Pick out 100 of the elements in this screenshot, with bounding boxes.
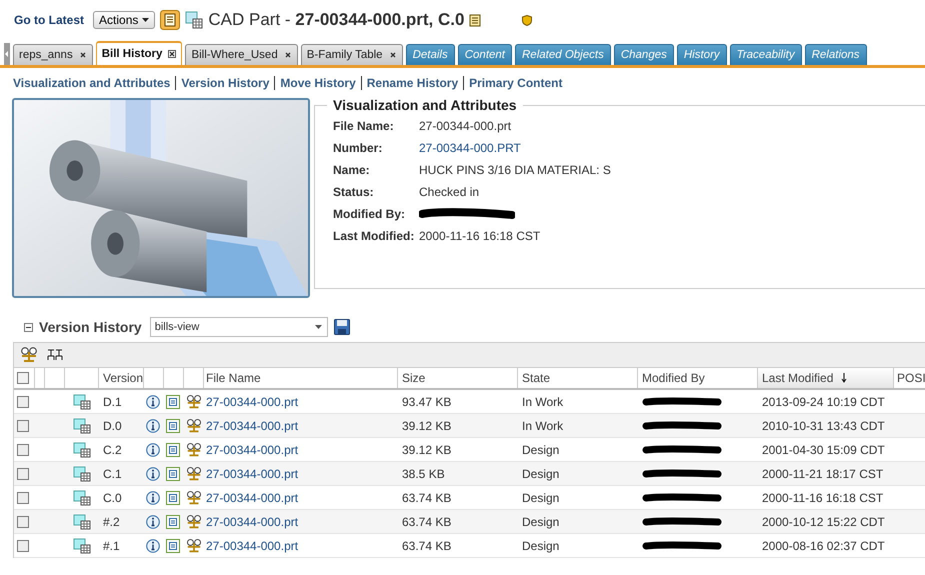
file-link[interactable]: 27-00344-000.prt xyxy=(206,490,298,504)
field-label: Number: xyxy=(333,141,384,155)
document-icon[interactable] xyxy=(160,10,180,30)
table-cell-text: 39.12 KB xyxy=(401,442,452,458)
table-cell-text: 2000-08-16 02:37 CDT xyxy=(761,538,886,554)
table-cell-text: Design xyxy=(521,490,560,506)
scale-icon[interactable] xyxy=(186,514,202,530)
tab[interactable]: Traceability xyxy=(730,44,802,65)
close-icon[interactable] xyxy=(78,51,87,59)
file-link[interactable]: 27-00344-000.prt xyxy=(206,538,298,552)
file-link[interactable]: 27-00344-000.prt xyxy=(206,394,298,408)
info-icon[interactable] xyxy=(146,514,160,528)
info-icon[interactable] xyxy=(146,538,160,552)
part-icon xyxy=(73,538,91,554)
scale-icon[interactable] xyxy=(186,394,202,410)
scale-icon[interactable] xyxy=(186,466,202,482)
view-icon[interactable] xyxy=(166,418,180,432)
part-icon xyxy=(73,442,91,458)
view-icon[interactable] xyxy=(166,514,180,528)
checkbox[interactable] xyxy=(17,540,29,552)
column-header[interactable]: Size xyxy=(398,368,518,388)
view-icon[interactable] xyxy=(166,466,180,480)
table-cell-text: In Work xyxy=(521,418,564,434)
table-cell-text: In Work xyxy=(521,394,564,410)
tab[interactable]: reps_anns xyxy=(13,44,93,65)
scroll-left-icon[interactable] xyxy=(4,43,10,65)
close-icon[interactable] xyxy=(388,51,397,59)
checkbox[interactable] xyxy=(17,396,29,408)
field-value: 2000-11-16 16:18 CST xyxy=(419,229,542,243)
checkbox[interactable] xyxy=(17,516,29,528)
go-to-latest-link[interactable]: Go to Latest xyxy=(14,13,84,27)
field-label: File Name: xyxy=(333,119,395,133)
view-icon[interactable] xyxy=(166,394,180,408)
tab[interactable]: Related Objects xyxy=(515,44,611,65)
tab[interactable]: Relations xyxy=(804,44,867,65)
part-icon xyxy=(73,418,91,434)
column-header[interactable]: File Name xyxy=(204,368,398,388)
tab[interactable]: Bill History xyxy=(96,41,182,65)
save-icon[interactable] xyxy=(334,319,350,335)
actions-dropdown[interactable]: Actions xyxy=(93,11,156,29)
view-dropdown[interactable]: bills-view xyxy=(150,317,328,337)
view-icon[interactable] xyxy=(166,442,180,456)
table-cell-text: #.1 xyxy=(102,538,121,554)
scale-icon[interactable] xyxy=(186,490,202,506)
section-link[interactable]: Version History xyxy=(181,76,270,90)
checkbox[interactable] xyxy=(17,492,29,504)
file-link[interactable]: 27-00344-000.prt xyxy=(206,418,298,432)
sort-descending-icon xyxy=(841,373,848,383)
scale-icon[interactable] xyxy=(186,538,202,554)
table-cell-text: 38.5 KB xyxy=(401,466,446,482)
checkbox[interactable] xyxy=(17,420,29,432)
view-icon[interactable] xyxy=(166,490,180,504)
close-icon[interactable] xyxy=(284,51,292,59)
tab[interactable]: Bill-Where_Used xyxy=(185,44,298,65)
info-icon[interactable] xyxy=(146,490,160,504)
close-icon[interactable] xyxy=(168,50,176,58)
file-link[interactable]: 27-00344-000.prt xyxy=(206,442,298,456)
section-link[interactable]: Move History xyxy=(280,76,356,90)
caret-icon xyxy=(142,18,150,22)
shield-icon xyxy=(522,14,532,26)
column-header[interactable]: Version xyxy=(99,368,144,388)
table-cell-text: 2000-11-16 16:18 CST xyxy=(761,490,884,506)
column-header[interactable]: POSI xyxy=(894,368,925,388)
table-cell-text: 2010-10-31 13:43 CDT xyxy=(761,418,886,434)
file-link[interactable]: 27-00344-000.prt xyxy=(206,466,298,480)
table-cell-text: 39.12 KB xyxy=(401,418,452,434)
hierarchy-icon[interactable] xyxy=(46,348,64,362)
number-link[interactable]: 27-00344-000.PRT xyxy=(419,141,925,155)
checkbox[interactable] xyxy=(17,468,29,480)
table-cell-text: 93.47 KB xyxy=(401,394,452,410)
scale-icon[interactable] xyxy=(186,442,202,458)
field-label: Name: xyxy=(333,163,371,177)
scale-icon[interactable] xyxy=(186,418,202,434)
tab[interactable]: Details xyxy=(406,44,455,65)
section-link[interactable]: Primary Content xyxy=(469,76,562,90)
table-cell-text: C.1 xyxy=(102,466,123,482)
collapse-icon[interactable] xyxy=(24,322,33,332)
column-header[interactable]: State xyxy=(518,368,638,388)
scale-icon[interactable] xyxy=(20,347,38,363)
field-value: 27-00344-000.prt xyxy=(419,119,512,133)
info-icon[interactable] xyxy=(146,394,160,408)
checkbox[interactable] xyxy=(17,444,29,456)
table-cell-text: 2000-11-21 18:17 CST xyxy=(761,466,884,482)
section-link[interactable]: Visualization and Attributes xyxy=(13,76,170,90)
table-cell-text: Design xyxy=(521,442,560,458)
view-icon[interactable] xyxy=(166,538,180,552)
table-cell-text: 2013-09-24 10:19 CDT xyxy=(761,394,886,410)
table-cell-text: Design xyxy=(521,466,560,482)
tab[interactable]: History xyxy=(676,44,727,65)
field-value: Checked in xyxy=(419,185,480,199)
info-icon[interactable] xyxy=(146,418,160,432)
page-title: CAD Part - 27-00344-000.prt, C.0 xyxy=(208,10,464,30)
tab[interactable]: B-Family Table xyxy=(300,44,403,65)
table-cell-text: 2001-04-30 15:09 CDT xyxy=(761,442,886,458)
info-icon[interactable] xyxy=(146,466,160,480)
info-icon[interactable] xyxy=(146,442,160,456)
checkbox[interactable] xyxy=(17,372,29,384)
file-link[interactable]: 27-00344-000.prt xyxy=(206,514,298,528)
document-icon[interactable] xyxy=(469,14,482,26)
section-link[interactable]: Rename History xyxy=(366,76,458,90)
